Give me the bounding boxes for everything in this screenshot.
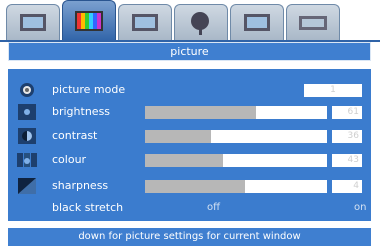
tab-features[interactable] [230, 4, 284, 40]
contrast-icon [18, 128, 36, 144]
row-brightness[interactable]: brightness 61 [8, 101, 371, 123]
contrast-label: contrast [52, 129, 98, 142]
sharpness-label: sharpness [52, 179, 109, 192]
help-bar: down for picture settings for current wi… [8, 228, 371, 246]
picture-settings-panel: picture mode 1 brightness 61 contrast 36… [8, 69, 371, 221]
help-text: down for picture settings for current wi… [78, 231, 301, 242]
row-contrast[interactable]: contrast 36 [8, 125, 371, 147]
tab-tv[interactable] [6, 4, 60, 40]
tv-icon [20, 13, 46, 31]
contrast-slider[interactable] [145, 130, 327, 143]
satellite-dish-icon [191, 11, 209, 35]
colour-icon [17, 153, 37, 167]
tv-settings-icon [244, 13, 270, 31]
contrast-value: 36 [332, 130, 362, 143]
colour-value: 43 [332, 154, 362, 167]
picture-tv-icon [75, 10, 103, 31]
brightness-icon [18, 104, 36, 120]
tv-install-icon [299, 15, 327, 30]
row-black-stretch[interactable]: black stretch off on [8, 197, 371, 219]
picture-mode-value[interactable]: 1 [304, 84, 362, 97]
row-sharpness[interactable]: sharpness 4 [8, 175, 371, 197]
contrast-slider-fill [145, 130, 211, 143]
tab-channels[interactable] [174, 4, 228, 40]
colour-slider-fill [145, 154, 224, 167]
black-stretch-off[interactable]: off [207, 197, 220, 219]
brightness-label: brightness [52, 105, 111, 118]
row-picture-mode[interactable]: picture mode 1 [8, 79, 371, 101]
tab-picture[interactable] [62, 0, 116, 42]
picture-mode-icon [20, 83, 34, 97]
tab-installation[interactable] [286, 4, 340, 40]
menu-tabs [0, 0, 380, 42]
brightness-slider[interactable] [145, 106, 327, 119]
colour-label: colour [52, 153, 87, 166]
sharpness-slider-fill [145, 180, 246, 193]
sharpness-slider[interactable] [145, 180, 327, 193]
tab-sound[interactable] [118, 4, 172, 40]
brightness-slider-fill [145, 106, 257, 119]
page-title: picture [170, 45, 209, 58]
menu-title-bar: picture [8, 42, 371, 61]
sharpness-icon [18, 178, 36, 194]
picture-mode-label: picture mode [52, 83, 126, 96]
black-stretch-on[interactable]: on [354, 197, 366, 219]
sharpness-value: 4 [332, 180, 362, 193]
tv-sound-icon [132, 13, 158, 31]
colour-slider[interactable] [145, 154, 327, 167]
row-colour[interactable]: colour 43 [8, 149, 371, 171]
brightness-value: 61 [332, 106, 362, 119]
black-stretch-label: black stretch [52, 201, 124, 214]
